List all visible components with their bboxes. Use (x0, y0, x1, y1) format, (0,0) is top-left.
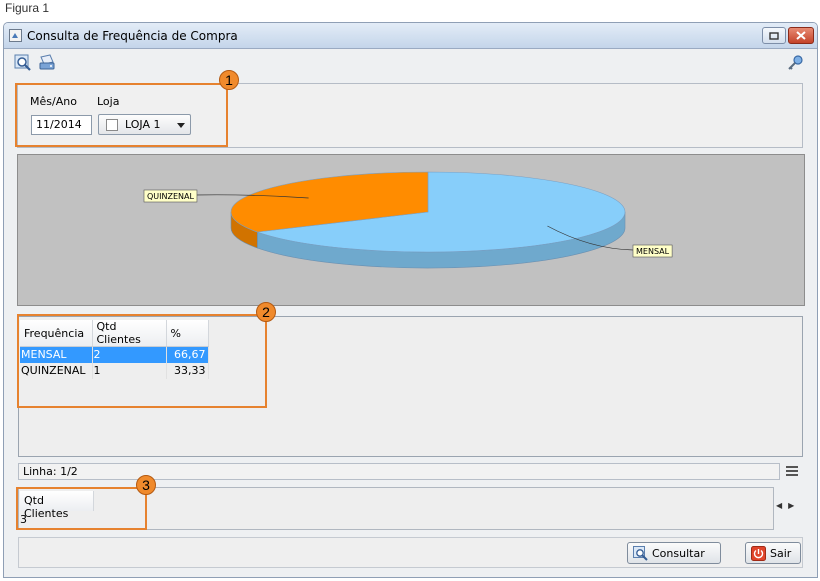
pie-chart: MENSAL QUINZENAL (143, 171, 673, 269)
action-bar: Consultar Sair (18, 537, 803, 568)
title-bar[interactable]: Consulta de Frequência de Compra (4, 23, 817, 49)
callout-box-2 (17, 314, 267, 408)
restore-button[interactable] (762, 27, 786, 44)
close-icon (796, 31, 806, 40)
power-icon (751, 545, 766, 561)
callout-badge-3: 3 (136, 475, 156, 495)
app-icon (9, 29, 22, 42)
figure-caption: Figura 1 (5, 1, 50, 15)
restore-icon (769, 31, 779, 40)
row-status: Linha: 1/2 (18, 463, 780, 480)
sair-label: Sair (770, 546, 792, 560)
toolbar (4, 50, 817, 78)
pie-label-mensal: MENSAL (636, 247, 670, 256)
print-icon[interactable] (38, 54, 56, 72)
callout-box-1 (15, 83, 228, 147)
window-title: Consulta de Frequência de Compra (27, 29, 238, 43)
callout-badge-2: 2 (256, 302, 276, 322)
pie-label-quinzenal: QUINZENAL (147, 192, 194, 201)
menu-icon[interactable] (786, 466, 798, 477)
consultar-button[interactable]: Consultar (627, 542, 721, 564)
search-icon[interactable] (14, 54, 32, 72)
callout-box-3 (16, 487, 147, 530)
key-icon[interactable] (786, 54, 804, 72)
callout-badge-1: 1 (219, 70, 239, 90)
chart-panel: MENSAL QUINZENAL (17, 154, 805, 306)
horizontal-scroll-arrows[interactable]: ◀▶ (776, 501, 800, 510)
search-icon (633, 545, 648, 561)
sair-button[interactable]: Sair (745, 542, 801, 564)
close-button[interactable] (788, 27, 814, 44)
consultar-label: Consultar (652, 546, 705, 560)
